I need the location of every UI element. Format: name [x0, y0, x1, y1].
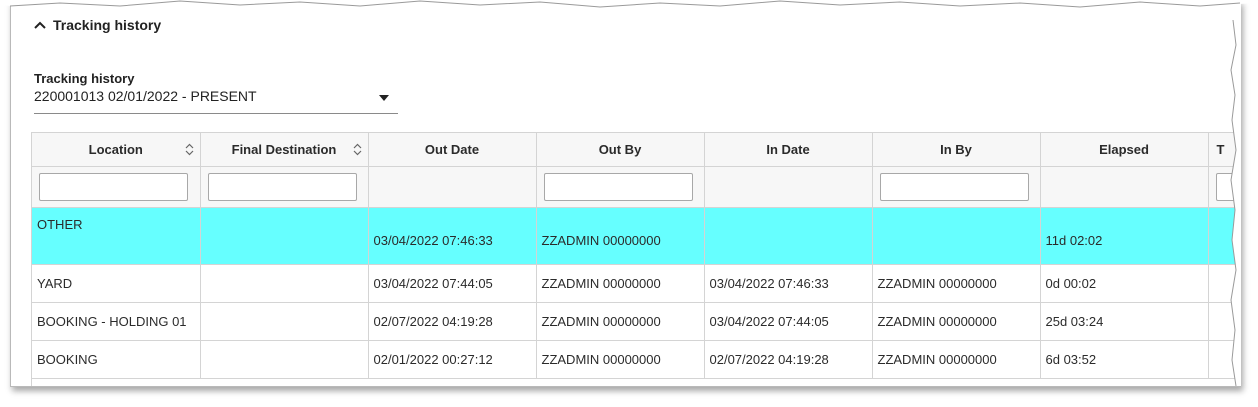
chevron-up-icon: [34, 21, 46, 29]
table-header-row: Location Final Destination Out Date Out …: [32, 133, 1241, 167]
cell-out-date: 02/07/2022 04:19:28: [368, 302, 537, 341]
cell-out-by: ZZADMIN 00000000: [536, 207, 705, 265]
cell-final-destination: [200, 340, 369, 379]
cell-truncated: [1208, 207, 1241, 265]
column-header-in-date[interactable]: In Date: [704, 133, 873, 167]
cell-elapsed: 11d 02:02: [1040, 207, 1209, 265]
column-header-out-date[interactable]: Out Date: [368, 133, 537, 167]
cell-final-destination: [200, 264, 369, 303]
cell-out-date: 02/01/2022 00:27:12: [368, 340, 537, 379]
filter-row: [32, 166, 1241, 208]
tracking-history-section-toggle[interactable]: Tracking history: [32, 14, 161, 36]
caret-down-icon: [379, 95, 389, 101]
cell-final-destination: [200, 302, 369, 341]
cell-in-date: 03/04/2022 07:46:33: [704, 264, 873, 303]
filter-cell: [536, 166, 705, 208]
cell-truncated: [1208, 264, 1241, 303]
table-row[interactable]: BOOKING - HOLDING 01 02/07/2022 04:19:28…: [32, 302, 1241, 341]
table-row-selected[interactable]: OTHER 03/04/2022 07:46:33 ZZADMIN 000000…: [32, 207, 1241, 265]
cell-in-date: 02/07/2022 04:19:28: [704, 340, 873, 379]
cell-truncated: [1208, 340, 1241, 379]
location-filter-input[interactable]: [39, 173, 188, 201]
filter-cell: [1040, 166, 1209, 208]
column-header-label: Out By: [598, 142, 642, 157]
column-header-label: T: [1216, 142, 1225, 157]
filter-cell: [200, 166, 369, 208]
cell-in-date: [704, 207, 873, 265]
cell-in-by: ZZADMIN 00000000: [872, 302, 1041, 341]
filter-cell: [368, 166, 537, 208]
filter-cell: [872, 166, 1041, 208]
table-row[interactable]: BOOKING 02/01/2022 00:27:12 ZZADMIN 0000…: [32, 340, 1241, 379]
tracking-history-select-value: 220001013 02/01/2022 - PRESENT: [34, 88, 257, 104]
column-header-elapsed[interactable]: Elapsed: [1040, 133, 1209, 167]
filter-cell: [32, 166, 201, 208]
cell-in-by: ZZADMIN 00000000: [872, 340, 1041, 379]
in-by-filter-input[interactable]: [879, 173, 1029, 201]
filter-cell: [1208, 166, 1241, 208]
filter-cell: [704, 166, 873, 208]
column-header-label: In By: [940, 142, 972, 157]
section-title: Tracking history: [53, 17, 162, 33]
column-header-truncated[interactable]: T: [1208, 133, 1241, 167]
tracking-history-table: Location Final Destination Out Date Out …: [31, 132, 1241, 386]
column-header-final-destination[interactable]: Final Destination: [200, 133, 369, 167]
cell-elapsed: 25d 03:24: [1040, 302, 1209, 341]
tracking-history-panel: Tracking history Tracking history 220001…: [10, 0, 1241, 387]
sort-icon[interactable]: [185, 143, 194, 156]
table-row[interactable]: YARD 03/04/2022 07:44:05 ZZADMIN 0000000…: [32, 264, 1241, 303]
column-header-label: Out Date: [424, 142, 480, 157]
cell-location: OTHER: [32, 207, 201, 265]
final-destination-filter-input[interactable]: [207, 173, 357, 201]
truncated-filter-input[interactable]: [1215, 173, 1241, 201]
cell-in-date: 03/04/2022 07:44:05: [704, 302, 873, 341]
column-header-location[interactable]: Location: [32, 133, 201, 167]
column-header-label: Elapsed: [1099, 142, 1149, 157]
cell-out-by: ZZADMIN 00000000: [536, 340, 705, 379]
cell-location: BOOKING: [32, 340, 201, 379]
cell-final-destination: [200, 207, 369, 265]
cell-in-by: ZZADMIN 00000000: [872, 264, 1041, 303]
out-by-filter-input[interactable]: [543, 173, 693, 201]
cell-truncated: [1208, 302, 1241, 341]
tracking-history-select-label: Tracking history: [34, 71, 135, 86]
cell-elapsed: 0d 00:02: [1040, 264, 1209, 303]
tracking-history-select[interactable]: Tracking history 220001013 02/01/2022 - …: [34, 71, 398, 114]
cell-location: YARD: [32, 264, 201, 303]
column-header-label: Final Destination: [231, 142, 337, 157]
column-header-label: Location: [88, 142, 143, 157]
cell-out-date: 03/04/2022 07:46:33: [368, 207, 537, 265]
cell-in-by: [872, 207, 1041, 265]
cell-out-by: ZZADMIN 00000000: [536, 302, 705, 341]
column-header-out-by[interactable]: Out By: [536, 133, 705, 167]
column-header-label: In Date: [766, 142, 810, 157]
cell-elapsed: 6d 03:52: [1040, 340, 1209, 379]
cell-location: BOOKING - HOLDING 01: [32, 302, 201, 341]
sort-icon[interactable]: [353, 143, 362, 156]
column-header-in-by[interactable]: In By: [872, 133, 1041, 167]
cell-out-by: ZZADMIN 00000000: [536, 264, 705, 303]
cell-out-date: 03/04/2022 07:44:05: [368, 264, 537, 303]
